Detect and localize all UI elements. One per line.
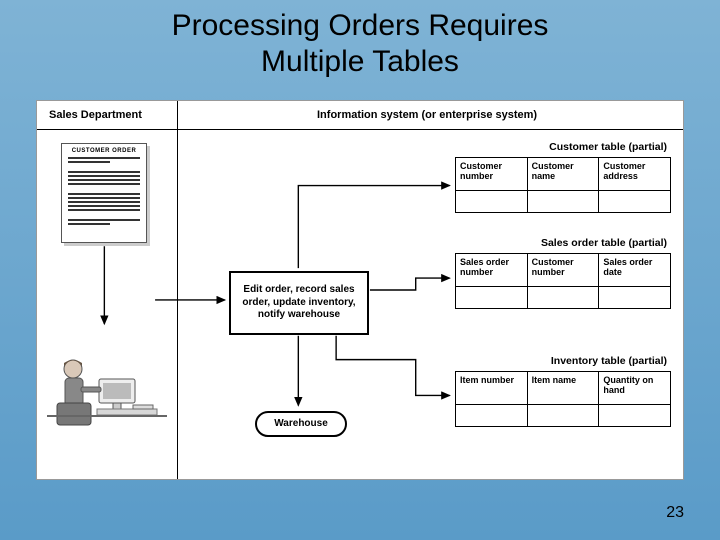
customer-col-0: Customer number	[456, 158, 528, 190]
warehouse-box: Warehouse	[255, 411, 347, 437]
customer-col-1: Customer name	[528, 158, 600, 190]
inv-col-0: Item number	[456, 372, 528, 404]
customer-col-2: Customer address	[599, 158, 670, 190]
sales-order-table: Sales order number Customer number Sales…	[455, 253, 671, 309]
warehouse-label: Warehouse	[274, 418, 328, 429]
header-info-system: Information system (or enterprise system…	[317, 109, 537, 121]
header-sales-dept: Sales Department	[49, 109, 142, 121]
title-line-2: Multiple Tables	[261, 45, 459, 78]
inv-col-1: Item name	[528, 372, 600, 404]
slide-title: Processing Orders Requires Multiple Tabl…	[0, 0, 720, 80]
customer-order-document: CUSTOMER ORDER	[61, 143, 147, 243]
title-line-1: Processing Orders Requires	[172, 9, 549, 42]
horizontal-divider	[37, 129, 683, 130]
diagram-panel: Sales Department Information system (or …	[36, 100, 684, 480]
inv-col-2: Quantity on hand	[599, 372, 670, 404]
sales-col-1: Customer number	[528, 254, 600, 286]
page-number: 23	[666, 504, 684, 522]
inventory-table: Item number Item name Quantity on hand	[455, 371, 671, 427]
order-doc-title: CUSTOMER ORDER	[66, 148, 142, 154]
sales-order-table-label: Sales order table (partial)	[457, 237, 667, 249]
inventory-table-label: Inventory table (partial)	[457, 355, 667, 367]
customer-table: Customer number Customer name Customer a…	[455, 157, 671, 213]
clerk-at-computer-illustration	[47, 331, 167, 431]
sales-col-2: Sales order date	[599, 254, 670, 286]
customer-table-label: Customer table (partial)	[457, 141, 667, 153]
vertical-divider	[177, 101, 178, 479]
process-text: Edit order, record sales order, update i…	[235, 284, 363, 322]
process-box: Edit order, record sales order, update i…	[229, 271, 369, 335]
sales-col-0: Sales order number	[456, 254, 528, 286]
